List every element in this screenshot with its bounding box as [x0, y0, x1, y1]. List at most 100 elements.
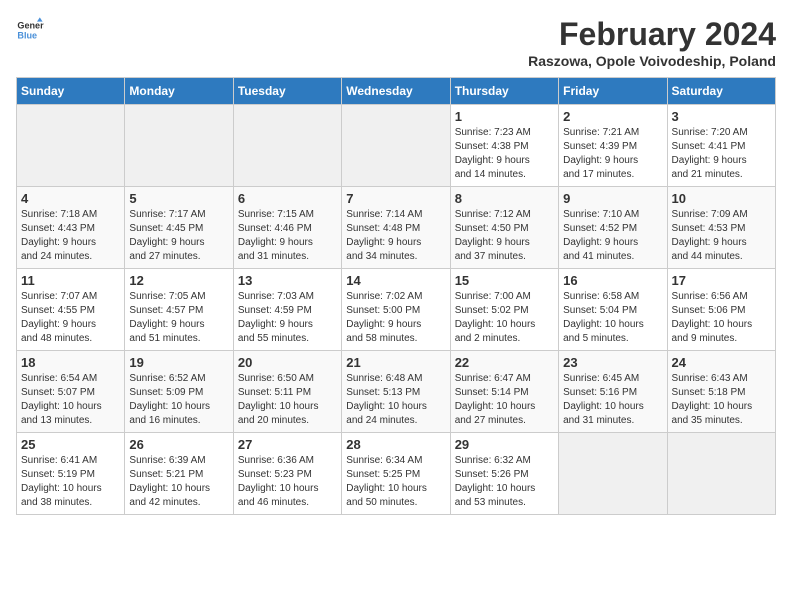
day-number: 20 [238, 355, 337, 370]
day-number: 11 [21, 273, 120, 288]
day-info: Sunrise: 7:20 AM Sunset: 4:41 PM Dayligh… [672, 126, 771, 182]
day-info: Sunrise: 7:18 AM Sunset: 4:43 PM Dayligh… [21, 208, 120, 264]
calendar-day-cell: 11 Sunrise: 7:07 AM Sunset: 4:55 PM Dayli… [17, 269, 125, 351]
day-info: Sunrise: 6:54 AM Sunset: 5:07 PM Dayligh… [21, 372, 120, 428]
day-number: 25 [21, 437, 120, 452]
day-info: Sunrise: 7:23 AM Sunset: 4:38 PM Dayligh… [455, 126, 554, 182]
title-area: February 2024 Raszowa, Opole Voivodeship… [528, 16, 776, 69]
day-of-week-header: Wednesday [342, 78, 450, 105]
calendar-day-cell: 17 Sunrise: 6:56 AM Sunset: 5:06 PM Dayli… [667, 269, 775, 351]
calendar-day-cell: 2 Sunrise: 7:21 AM Sunset: 4:39 PM Daylig… [559, 105, 667, 187]
day-number: 15 [455, 273, 554, 288]
svg-text:Blue: Blue [17, 30, 37, 40]
calendar-day-cell: 6 Sunrise: 7:15 AM Sunset: 4:46 PM Daylig… [233, 187, 341, 269]
day-info: Sunrise: 6:32 AM Sunset: 5:26 PM Dayligh… [455, 454, 554, 510]
day-info: Sunrise: 6:39 AM Sunset: 5:21 PM Dayligh… [129, 454, 228, 510]
day-number: 26 [129, 437, 228, 452]
calendar-day-cell [125, 105, 233, 187]
calendar-day-cell: 26 Sunrise: 6:39 AM Sunset: 5:21 PM Dayli… [125, 433, 233, 515]
day-info: Sunrise: 7:05 AM Sunset: 4:57 PM Dayligh… [129, 290, 228, 346]
day-number: 23 [563, 355, 662, 370]
day-info: Sunrise: 7:03 AM Sunset: 4:59 PM Dayligh… [238, 290, 337, 346]
day-number: 19 [129, 355, 228, 370]
day-number: 1 [455, 109, 554, 124]
calendar-week-row: 25 Sunrise: 6:41 AM Sunset: 5:19 PM Dayli… [17, 433, 776, 515]
day-info: Sunrise: 7:02 AM Sunset: 5:00 PM Dayligh… [346, 290, 445, 346]
day-number: 14 [346, 273, 445, 288]
day-info: Sunrise: 7:10 AM Sunset: 4:52 PM Dayligh… [563, 208, 662, 264]
day-of-week-header: Tuesday [233, 78, 341, 105]
day-info: Sunrise: 6:34 AM Sunset: 5:25 PM Dayligh… [346, 454, 445, 510]
calendar-day-cell: 23 Sunrise: 6:45 AM Sunset: 5:16 PM Dayli… [559, 351, 667, 433]
calendar-day-cell: 14 Sunrise: 7:02 AM Sunset: 5:00 PM Dayli… [342, 269, 450, 351]
calendar-day-cell: 22 Sunrise: 6:47 AM Sunset: 5:14 PM Dayli… [450, 351, 558, 433]
calendar-table: SundayMondayTuesdayWednesdayThursdayFrid… [16, 77, 776, 515]
calendar-day-cell: 3 Sunrise: 7:20 AM Sunset: 4:41 PM Daylig… [667, 105, 775, 187]
day-info: Sunrise: 7:15 AM Sunset: 4:46 PM Dayligh… [238, 208, 337, 264]
calendar-day-cell: 18Sunrise: 6:54 AM Sunset: 5:07 PM Dayli… [17, 351, 125, 433]
day-info: Sunrise: 6:58 AM Sunset: 5:04 PM Dayligh… [563, 290, 662, 346]
calendar-day-cell: 15 Sunrise: 7:00 AM Sunset: 5:02 PM Dayli… [450, 269, 558, 351]
day-info: Sunrise: 7:09 AM Sunset: 4:53 PM Dayligh… [672, 208, 771, 264]
day-number: 16 [563, 273, 662, 288]
day-of-week-header: Monday [125, 78, 233, 105]
calendar-day-cell: 9 Sunrise: 7:10 AM Sunset: 4:52 PM Daylig… [559, 187, 667, 269]
day-number: 9 [563, 191, 662, 206]
calendar-day-cell: 29Sunrise: 6:32 AM Sunset: 5:26 PM Dayli… [450, 433, 558, 515]
calendar-week-row: 4 Sunrise: 7:18 AM Sunset: 4:43 PM Daylig… [17, 187, 776, 269]
calendar-day-cell: 25 Sunrise: 6:41 AM Sunset: 5:19 PM Dayli… [17, 433, 125, 515]
day-number: 3 [672, 109, 771, 124]
day-number: 21 [346, 355, 445, 370]
calendar-day-cell [559, 433, 667, 515]
day-info: Sunrise: 6:47 AM Sunset: 5:14 PM Dayligh… [455, 372, 554, 428]
calendar-day-cell: 19 Sunrise: 6:52 AM Sunset: 5:09 PM Dayli… [125, 351, 233, 433]
calendar-day-cell: 21Sunrise: 6:48 AM Sunset: 5:13 PM Dayli… [342, 351, 450, 433]
day-number: 7 [346, 191, 445, 206]
day-number: 13 [238, 273, 337, 288]
calendar-day-cell: 4 Sunrise: 7:18 AM Sunset: 4:43 PM Daylig… [17, 187, 125, 269]
calendar-week-row: 18Sunrise: 6:54 AM Sunset: 5:07 PM Dayli… [17, 351, 776, 433]
day-number: 22 [455, 355, 554, 370]
day-info: Sunrise: 6:56 AM Sunset: 5:06 PM Dayligh… [672, 290, 771, 346]
day-of-week-header: Friday [559, 78, 667, 105]
day-number: 27 [238, 437, 337, 452]
day-of-week-header: Thursday [450, 78, 558, 105]
logo: General Blue [16, 16, 44, 44]
day-number: 12 [129, 273, 228, 288]
calendar-day-cell [17, 105, 125, 187]
day-info: Sunrise: 7:07 AM Sunset: 4:55 PM Dayligh… [21, 290, 120, 346]
day-number: 2 [563, 109, 662, 124]
day-info: Sunrise: 6:45 AM Sunset: 5:16 PM Dayligh… [563, 372, 662, 428]
location-subtitle: Raszowa, Opole Voivodeship, Poland [528, 53, 776, 69]
general-blue-logo-icon: General Blue [16, 16, 44, 44]
day-info: Sunrise: 7:00 AM Sunset: 5:02 PM Dayligh… [455, 290, 554, 346]
day-info: Sunrise: 6:43 AM Sunset: 5:18 PM Dayligh… [672, 372, 771, 428]
day-info: Sunrise: 6:52 AM Sunset: 5:09 PM Dayligh… [129, 372, 228, 428]
calendar-day-cell: 10 Sunrise: 7:09 AM Sunset: 4:53 PM Dayli… [667, 187, 775, 269]
day-number: 5 [129, 191, 228, 206]
day-number: 10 [672, 191, 771, 206]
day-number: 6 [238, 191, 337, 206]
month-year-title: February 2024 [528, 16, 776, 53]
day-of-week-header: Saturday [667, 78, 775, 105]
day-info: Sunrise: 7:17 AM Sunset: 4:45 PM Dayligh… [129, 208, 228, 264]
calendar-week-row: 11 Sunrise: 7:07 AM Sunset: 4:55 PM Dayli… [17, 269, 776, 351]
calendar-day-cell: 5 Sunrise: 7:17 AM Sunset: 4:45 PM Daylig… [125, 187, 233, 269]
day-number: 24 [672, 355, 771, 370]
day-number: 4 [21, 191, 120, 206]
calendar-day-cell [342, 105, 450, 187]
day-number: 28 [346, 437, 445, 452]
day-info: Sunrise: 7:21 AM Sunset: 4:39 PM Dayligh… [563, 126, 662, 182]
day-number: 17 [672, 273, 771, 288]
day-info: Sunrise: 6:41 AM Sunset: 5:19 PM Dayligh… [21, 454, 120, 510]
calendar-day-cell [667, 433, 775, 515]
svg-text:General: General [17, 21, 44, 31]
page-header: General Blue February 2024 Raszowa, Opol… [16, 16, 776, 69]
day-info: Sunrise: 7:14 AM Sunset: 4:48 PM Dayligh… [346, 208, 445, 264]
calendar-week-row: 1 Sunrise: 7:23 AM Sunset: 4:38 PM Daylig… [17, 105, 776, 187]
calendar-day-cell: 24 Sunrise: 6:43 AM Sunset: 5:18 PM Dayli… [667, 351, 775, 433]
day-info: Sunrise: 7:12 AM Sunset: 4:50 PM Dayligh… [455, 208, 554, 264]
calendar-header-row: SundayMondayTuesdayWednesdayThursdayFrid… [17, 78, 776, 105]
calendar-day-cell: 1 Sunrise: 7:23 AM Sunset: 4:38 PM Daylig… [450, 105, 558, 187]
day-of-week-header: Sunday [17, 78, 125, 105]
